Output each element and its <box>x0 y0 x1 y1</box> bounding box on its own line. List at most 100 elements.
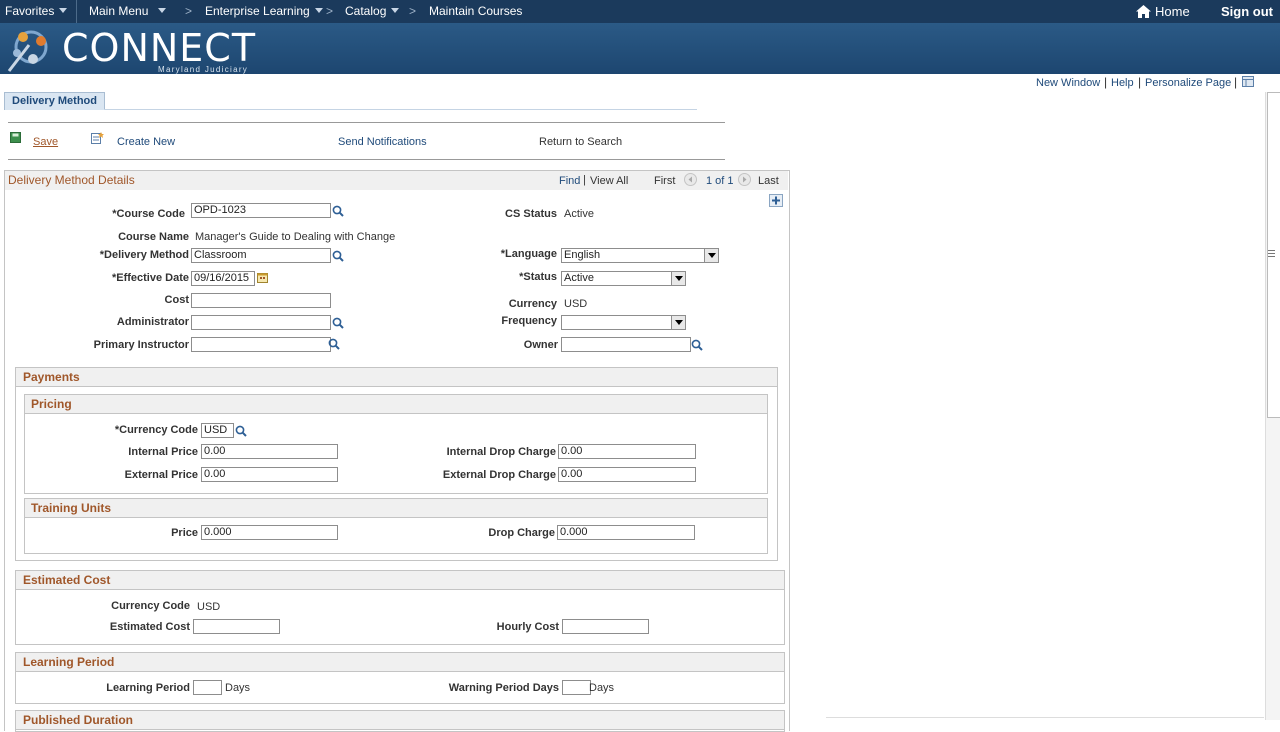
training-drop-charge-label: Drop Charge <box>488 527 555 539</box>
horizontal-divider <box>826 717 1264 718</box>
cs-status-label: CS Status <box>505 208 557 220</box>
next-arrow-icon[interactable] <box>738 173 751 186</box>
help-link[interactable]: Help <box>1111 77 1134 89</box>
internal-drop-charge-input[interactable] <box>558 444 696 459</box>
effective-date-input[interactable] <box>191 271 255 286</box>
breadcrumb-arrow-icon: > <box>409 4 417 18</box>
save-button[interactable]: Save <box>33 136 58 148</box>
internal-price-label: Internal Price <box>128 446 198 458</box>
grid-layout-icon[interactable] <box>1242 76 1254 87</box>
lookup-search-icon[interactable] <box>235 425 247 437</box>
status-select[interactable]: Active <box>561 271 686 286</box>
training-drop-charge-input[interactable] <box>557 525 695 540</box>
status-label: *Status <box>519 271 557 283</box>
maryland-judiciary-text: Maryland Judiciary <box>158 65 249 74</box>
cost-input[interactable] <box>191 293 331 308</box>
home-icon[interactable] <box>1136 5 1151 18</box>
lookup-search-icon[interactable] <box>691 339 703 351</box>
tab-delivery-method[interactable]: Delivery Method <box>4 92 105 110</box>
administrator-label: Administrator <box>116 316 189 328</box>
estimated-currency-code-value: USD <box>197 601 221 613</box>
vertical-scrollbar[interactable] <box>1265 92 1280 720</box>
owner-label: Owner <box>523 339 558 351</box>
add-row-plus-icon[interactable] <box>769 194 783 207</box>
nav-divider <box>76 0 77 23</box>
payments-title: Payments <box>16 368 777 387</box>
course-code-input[interactable] <box>191 203 331 218</box>
first-label: First <box>654 175 676 187</box>
breadcrumb-arrow-icon: > <box>185 4 193 18</box>
create-new-icon[interactable] <box>91 132 104 144</box>
save-icon[interactable] <box>10 132 21 143</box>
estimated-cost-label: Estimated Cost <box>109 621 190 633</box>
row-count: 1 of 1 <box>706 175 734 187</box>
lookup-search-icon[interactable] <box>328 338 340 350</box>
language-select[interactable]: English <box>561 248 719 263</box>
hourly-cost-input[interactable] <box>562 619 649 634</box>
cs-status-value: Active <box>564 208 594 220</box>
enterprise-learning-label: Enterprise Learning <box>205 4 310 18</box>
home-link[interactable]: Home <box>1155 4 1190 19</box>
currency-value: USD <box>564 298 588 310</box>
previous-arrow-icon[interactable] <box>684 173 697 186</box>
return-to-search-button[interactable]: Return to Search <box>539 136 622 148</box>
primary-instructor-input[interactable] <box>191 337 331 352</box>
favorites-label: Favorites <box>5 4 55 18</box>
dropdown-arrow-icon <box>671 316 685 329</box>
frequency-select[interactable] <box>561 315 686 330</box>
training-price-label: Price <box>171 527 198 539</box>
currency-code-input[interactable] <box>201 423 234 438</box>
find-link[interactable]: Find <box>559 175 580 187</box>
estimated-cost-input[interactable] <box>193 619 280 634</box>
external-drop-charge-input[interactable] <box>558 467 696 482</box>
learning-period-input[interactable] <box>193 680 222 695</box>
main-menu[interactable]: Main Menu <box>89 4 167 18</box>
favorites-menu[interactable]: Favorites <box>5 4 68 18</box>
breadcrumb-arrow-icon: > <box>326 4 334 18</box>
top-navigation-bar: Favorites Main Menu > Enterprise Learnin… <box>0 0 1280 23</box>
lookup-search-icon[interactable] <box>332 250 344 262</box>
published-duration-section: Published Duration <box>15 710 785 732</box>
view-all-link[interactable]: View All <box>590 175 628 187</box>
administrator-input[interactable] <box>191 315 331 330</box>
new-window-link[interactable]: New Window <box>1036 77 1100 89</box>
create-new-button[interactable]: Create New <box>117 136 175 148</box>
personalize-page-link[interactable]: Personalize Page <box>1145 77 1231 89</box>
frequency-label: Frequency <box>501 315 557 327</box>
external-drop-charge-label: External Drop Charge <box>442 469 556 481</box>
estimated-cost-title: Estimated Cost <box>16 571 784 590</box>
delivery-method-input[interactable] <box>191 248 331 263</box>
sign-out-link[interactable]: Sign out <box>1221 4 1273 19</box>
warning-period-days-label: Warning Period Days <box>448 682 559 694</box>
catalog-label: Catalog <box>345 4 387 18</box>
lookup-search-icon[interactable] <box>332 317 344 329</box>
training-units-title: Training Units <box>25 499 767 518</box>
currency-label: Currency <box>508 298 557 310</box>
chevron-down-icon <box>59 8 68 13</box>
external-price-input[interactable] <box>201 467 338 482</box>
internal-price-input[interactable] <box>201 444 338 459</box>
dropdown-arrow-icon <box>704 249 718 262</box>
connect-logo-text: CONNECT <box>62 26 257 70</box>
lookup-search-icon[interactable] <box>332 205 344 217</box>
learning-period-title: Learning Period <box>16 653 784 672</box>
owner-input[interactable] <box>561 337 691 352</box>
breadcrumb-catalog[interactable]: Catalog <box>345 4 400 18</box>
calendar-icon[interactable] <box>257 272 268 283</box>
course-name-label: Course Name <box>118 231 189 243</box>
currency-code-label: *Currency Code <box>114 424 198 436</box>
breadcrumb-enterprise-learning[interactable]: Enterprise Learning <box>205 4 323 18</box>
connect-logo-icon <box>7 30 48 72</box>
breadcrumb-maintain-courses[interactable]: Maintain Courses <box>429 4 522 18</box>
primary-instructor-label: Primary Instructor <box>93 339 189 351</box>
effective-date-label: *Effective Date <box>111 272 189 284</box>
status-selected-value: Active <box>564 272 594 284</box>
last-label: Last <box>758 175 779 187</box>
warning-period-input[interactable] <box>562 680 591 695</box>
internal-drop-charge-label: Internal Drop Charge <box>446 446 556 458</box>
training-price-input[interactable] <box>201 525 338 540</box>
learning-period-days-label: Days <box>225 682 251 694</box>
send-notifications-button[interactable]: Send Notifications <box>338 136 427 148</box>
main-menu-label: Main Menu <box>89 4 149 18</box>
chevron-down-icon <box>158 8 167 13</box>
